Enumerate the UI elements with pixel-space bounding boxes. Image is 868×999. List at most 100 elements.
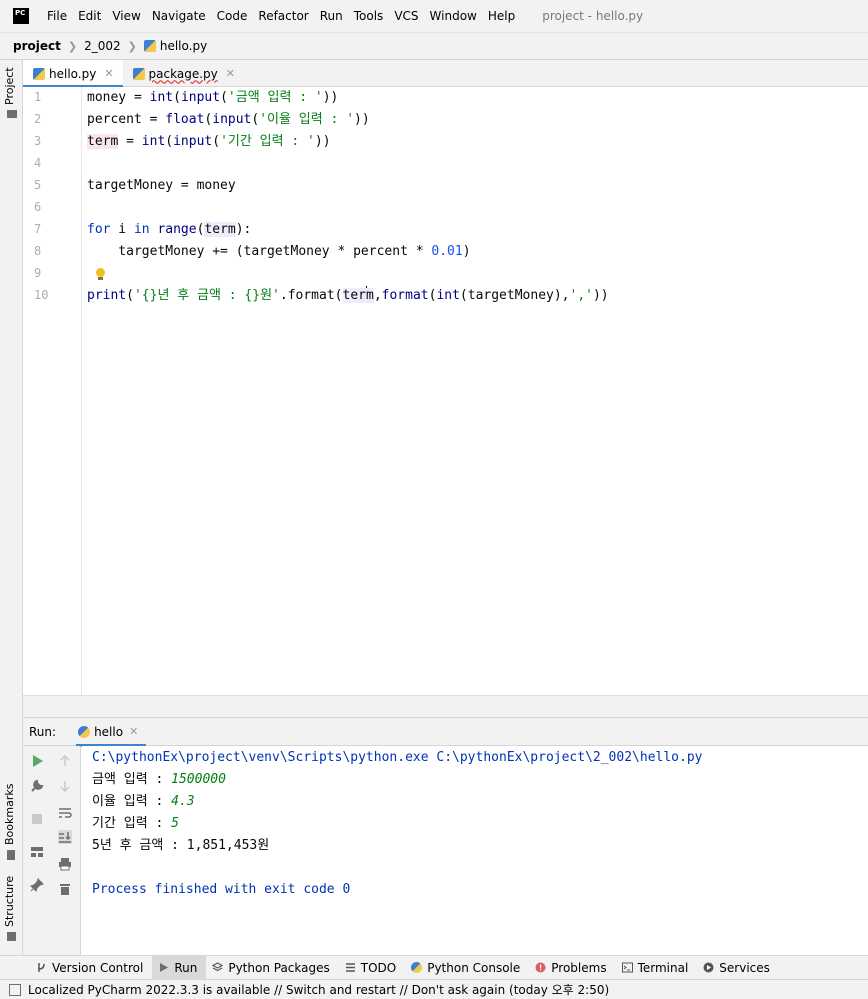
project-tool-button[interactable]: Project <box>3 67 16 105</box>
scroll-to-end-icon[interactable] <box>58 830 72 844</box>
code-line-8[interactable]: targetMoney += (targetMoney * percent * … <box>87 241 470 263</box>
console-result-line: 5년 후 금액 : 1,851,453원 <box>92 838 270 853</box>
line-number: 5 <box>34 178 42 192</box>
tab-label: hello.py <box>49 66 97 81</box>
run-toolbar-primary <box>23 746 51 955</box>
menu-tools[interactable]: Tools <box>354 9 384 23</box>
tab-hello-py[interactable]: hello.py ✕ <box>23 60 123 88</box>
wrench-icon[interactable] <box>30 779 44 793</box>
print-icon[interactable] <box>58 857 72 871</box>
status-message[interactable]: Localized PyCharm 2022.3.3 is available … <box>28 981 609 998</box>
line-number: 2 <box>34 112 42 126</box>
soft-wrap-icon[interactable] <box>58 806 72 820</box>
terminal-button[interactable]: Terminal <box>616 956 698 980</box>
status-bar: Localized PyCharm 2022.3.3 is available … <box>0 979 868 999</box>
breadcrumb-project[interactable]: project <box>13 39 61 53</box>
close-icon[interactable]: ✕ <box>226 67 235 80</box>
console-command-line: C:\pythonEx\project\venv\Scripts\python.… <box>92 750 703 765</box>
editor-footer <box>23 695 868 718</box>
menu-refactor[interactable]: Refactor <box>258 9 308 23</box>
pycharm-logo-icon: PC <box>13 8 29 24</box>
python-file-icon <box>33 67 45 80</box>
bookmark-icon <box>7 850 15 860</box>
problems-button[interactable]: Problems <box>529 956 615 980</box>
list-icon <box>345 963 355 972</box>
menu-edit[interactable]: Edit <box>78 9 101 23</box>
code-line-5[interactable]: targetMoney = money <box>87 175 236 197</box>
structure-icon <box>7 932 16 941</box>
layers-icon <box>212 962 224 972</box>
lightbulb-icon[interactable] <box>96 268 105 280</box>
menu-vcs[interactable]: VCS <box>394 9 418 23</box>
run-tab-label: hello <box>94 724 124 739</box>
todo-button[interactable]: TODO <box>339 956 405 980</box>
line-number: 4 <box>34 156 42 170</box>
play-icon <box>160 963 169 972</box>
run-panel-label: Run: <box>29 724 57 739</box>
python-packages-button[interactable]: Python Packages <box>206 956 338 980</box>
code-line-3[interactable]: term = int(input('기간 입력 : ')) <box>87 131 331 153</box>
python-console-button[interactable]: Python Console <box>405 956 529 980</box>
branch-icon <box>38 963 45 972</box>
code-line-10[interactable]: print('{}년 후 금액 : {}원'.format(term,forma… <box>87 285 609 307</box>
breadcrumb-folder[interactable]: 2_002 <box>84 39 121 53</box>
python-file-icon <box>132 67 145 80</box>
code-editor[interactable]: money = int(input('금액 입력 : ')) percent =… <box>82 87 868 695</box>
line-number: 9 <box>34 266 42 280</box>
menu-file[interactable]: File <box>47 9 67 23</box>
bookmarks-tool-button[interactable]: Bookmarks <box>3 784 16 845</box>
code-line-2[interactable]: percent = float(input('이율 입력 : ')) <box>87 109 370 131</box>
menu-help[interactable]: Help <box>488 9 515 23</box>
rerun-icon[interactable] <box>30 754 44 768</box>
chevron-right-icon: ❯ <box>67 39 78 53</box>
console-exit-line: Process finished with exit code 0 <box>92 882 351 897</box>
line-number: 1 <box>34 90 42 104</box>
run-panel-header: Run: hello ✕ <box>23 718 868 747</box>
services-icon <box>703 962 714 973</box>
python-file-icon <box>143 40 156 52</box>
arrow-down-icon[interactable] <box>58 779 72 793</box>
chevron-right-icon: ❯ <box>127 39 137 53</box>
left-tool-strip: Project Bookmarks Structure <box>0 60 23 955</box>
arrow-up-icon[interactable] <box>58 754 72 768</box>
run-button[interactable]: Run <box>152 955 207 980</box>
menu-window[interactable]: Window <box>430 9 477 23</box>
editor-tab-bar: hello.py ✕ package.py ✕ <box>23 60 868 88</box>
menu-view[interactable]: View <box>112 9 140 23</box>
services-button[interactable]: Services <box>697 956 779 980</box>
error-icon <box>535 962 546 973</box>
window-title: project - hello.py <box>542 9 644 23</box>
version-control-button[interactable]: Version Control <box>30 956 152 980</box>
folder-icon <box>7 110 17 118</box>
menu-navigate[interactable]: Navigate <box>152 9 206 23</box>
menu-run[interactable]: Run <box>320 9 343 23</box>
python-icon <box>411 962 423 973</box>
line-number: 7 <box>34 222 42 236</box>
code-line-1[interactable]: money = int(input('금액 입력 : ')) <box>87 87 338 109</box>
structure-tool-button[interactable]: Structure <box>3 876 16 927</box>
breadcrumb-file[interactable]: hello.py <box>160 39 207 53</box>
run-console[interactable]: C:\pythonEx\project\venv\Scripts\python.… <box>82 746 868 955</box>
line-number: 10 <box>34 288 49 302</box>
console-line: 이율 입력 : 4.3 <box>92 794 195 809</box>
tool-window-bar: Version Control Run Python Packages TODO… <box>0 955 868 980</box>
close-icon[interactable]: ✕ <box>129 725 138 738</box>
trash-icon[interactable] <box>58 882 72 896</box>
line-number: 3 <box>34 134 42 148</box>
pin-icon[interactable] <box>30 878 44 892</box>
tab-package-py[interactable]: package.py ✕ <box>123 60 244 87</box>
console-line: 기간 입력 : 5 <box>92 816 179 831</box>
code-line-7[interactable]: for i in range(term): <box>87 219 251 241</box>
run-tab-hello[interactable]: hello ✕ <box>76 718 147 747</box>
terminal-icon <box>621 962 633 973</box>
notification-icon[interactable] <box>9 983 21 996</box>
python-icon <box>78 725 91 738</box>
console-line: 금액 입력 : 1500000 <box>92 772 226 787</box>
line-number: 8 <box>34 244 42 258</box>
close-icon[interactable]: ✕ <box>104 67 113 80</box>
line-number: 6 <box>34 200 42 214</box>
menu-code[interactable]: Code <box>217 9 248 23</box>
breadcrumb: project ❯ 2_002 ❯ hello.py <box>0 32 868 60</box>
stop-icon[interactable] <box>30 812 44 826</box>
layout-icon[interactable] <box>30 845 44 859</box>
